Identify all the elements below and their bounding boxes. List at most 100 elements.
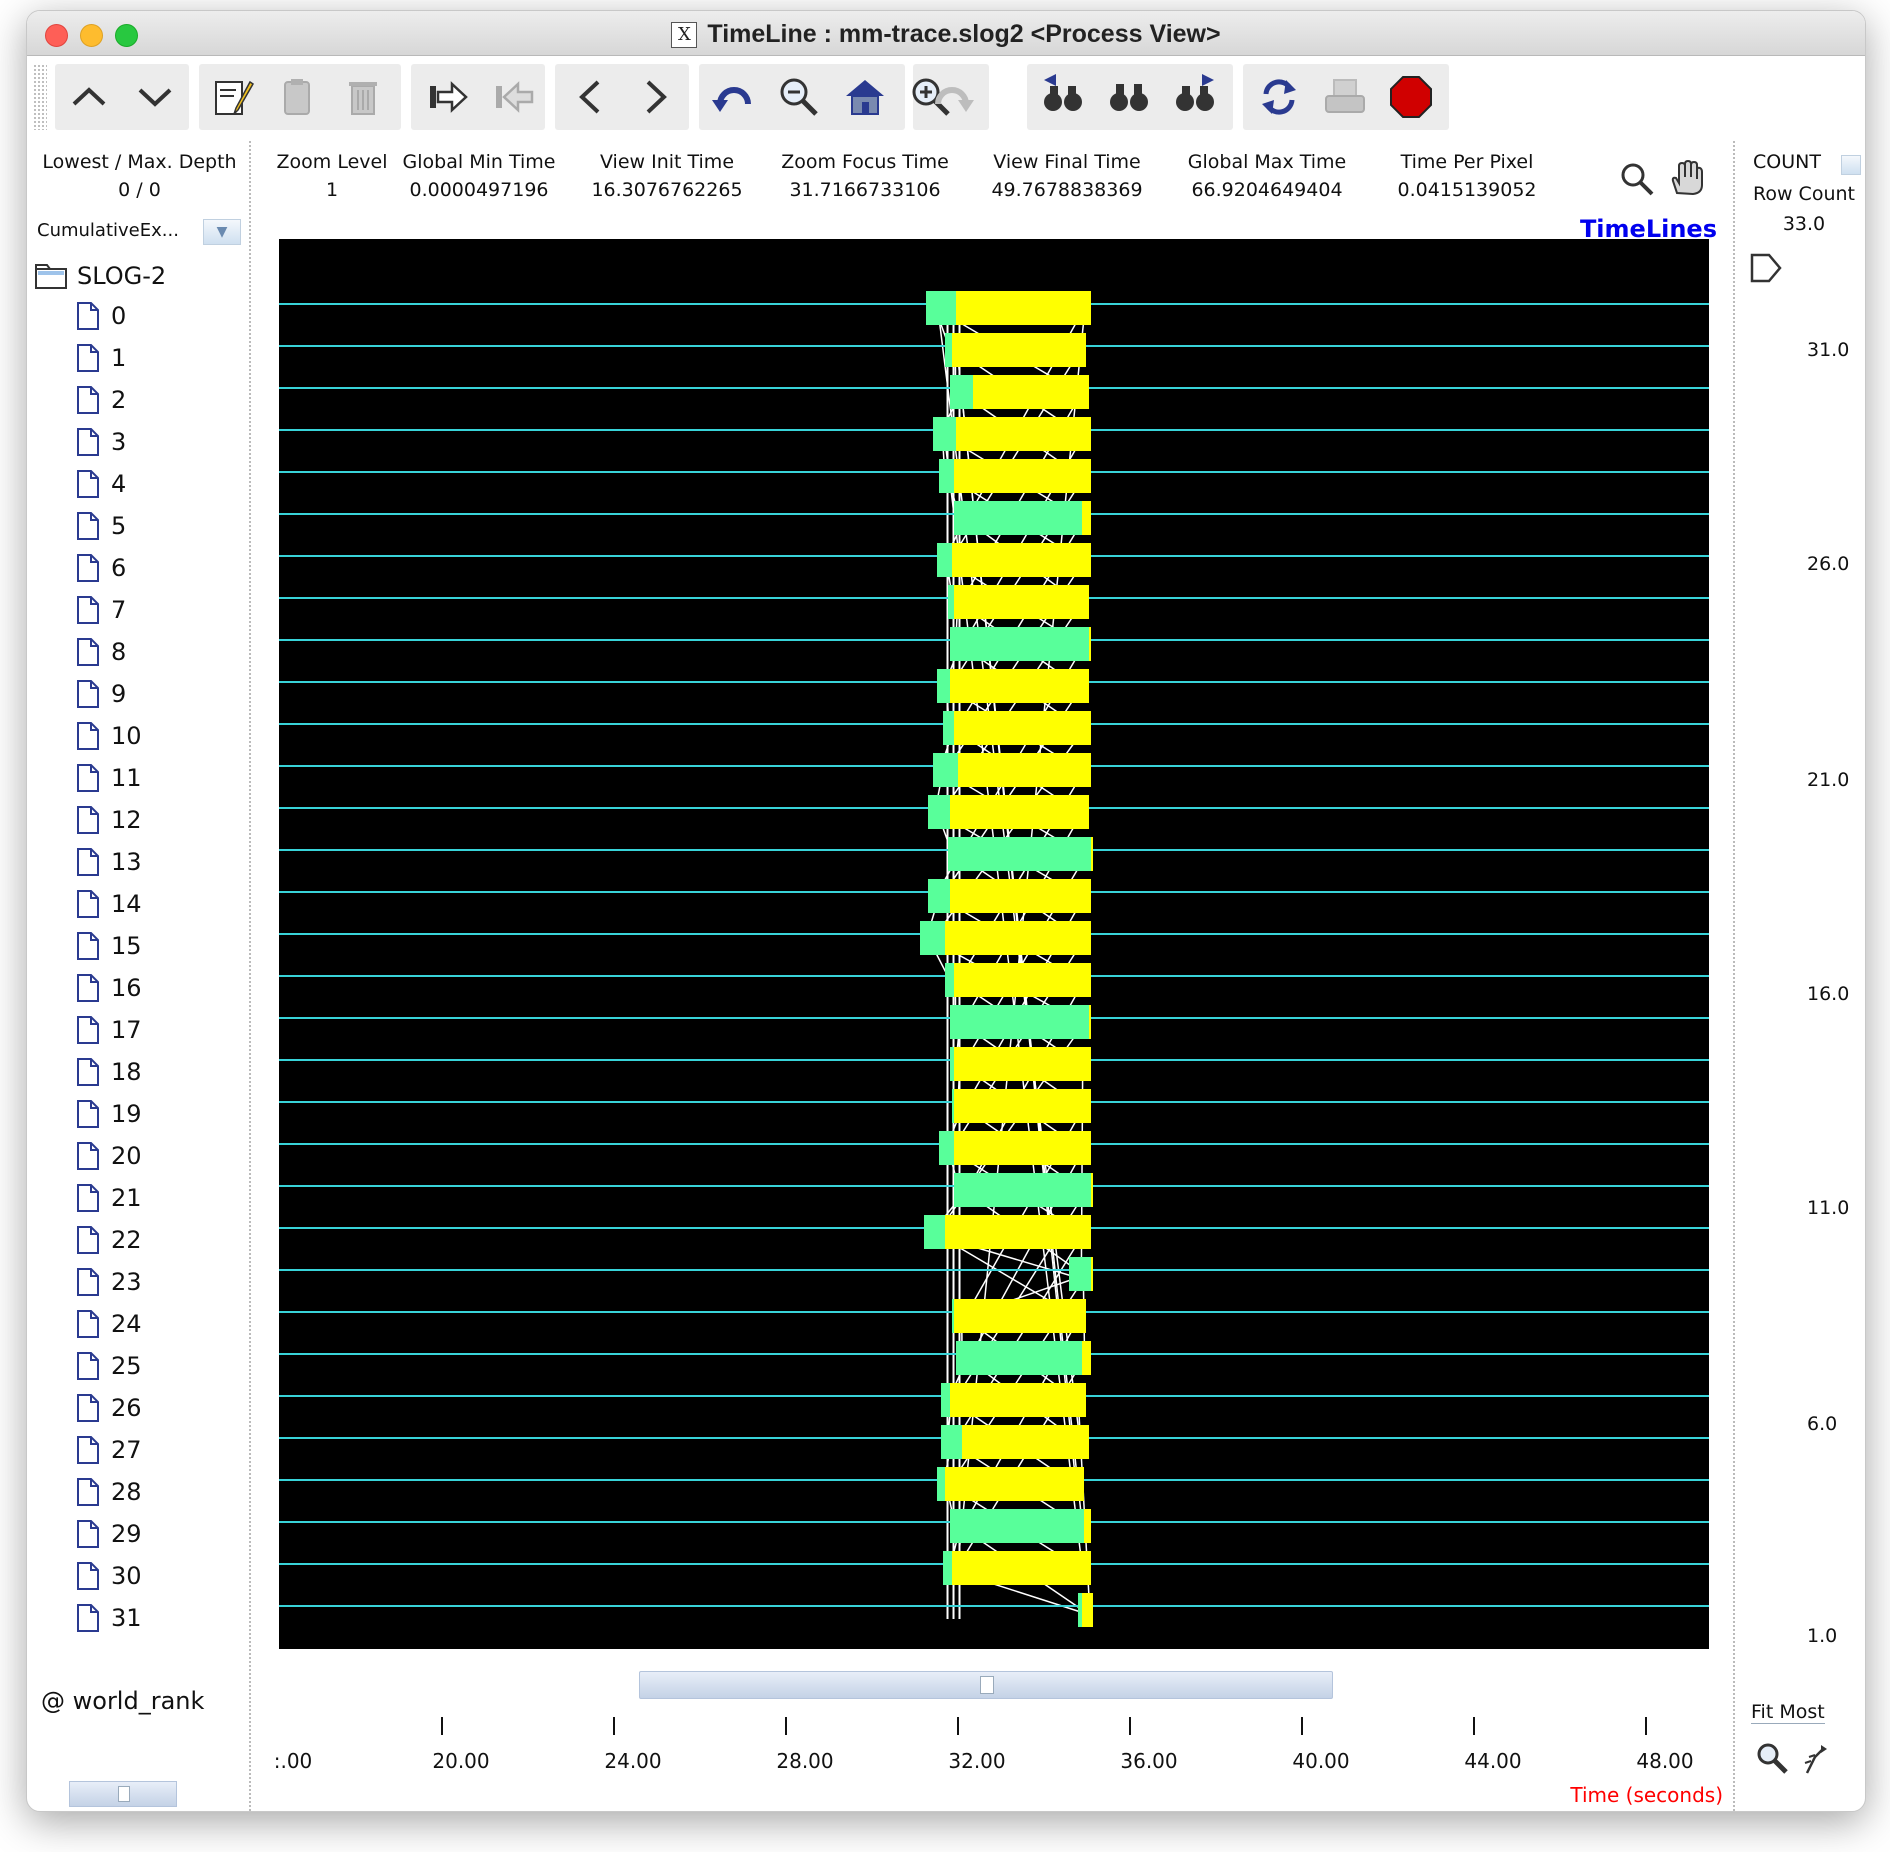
time-scroll-thumb[interactable] [980, 1676, 994, 1694]
state-bar-comm[interactable] [936, 1467, 946, 1501]
tree-item-rank[interactable]: 22 [77, 1223, 142, 1257]
state-bar-comm[interactable] [949, 375, 974, 409]
state-bar-compute[interactable] [1088, 627, 1091, 661]
tree-item-rank[interactable]: 27 [77, 1433, 142, 1467]
state-bar-compute[interactable] [973, 375, 1089, 409]
edit-button[interactable] [203, 64, 263, 130]
state-bar-compute[interactable] [1082, 1593, 1093, 1627]
state-bar-comm[interactable] [949, 1509, 1085, 1543]
refresh-button[interactable] [1249, 64, 1309, 130]
paste-button[interactable] [267, 64, 327, 130]
tree-item-rank[interactable]: 25 [77, 1349, 142, 1383]
row-zoom-button[interactable] [1755, 1741, 1789, 1779]
search-backward-button[interactable] [1033, 64, 1093, 130]
print-button[interactable] [1315, 64, 1375, 130]
state-bar-compute[interactable] [956, 291, 1091, 325]
tree-item-rank[interactable]: 6 [77, 551, 126, 585]
state-bar-comm[interactable] [949, 1005, 1089, 1039]
tree-item-rank[interactable]: 17 [77, 1013, 142, 1047]
tree-item-rank[interactable]: 19 [77, 1097, 142, 1131]
row-pointer-button[interactable] [1749, 251, 1783, 289]
search-init-button[interactable] [1099, 64, 1159, 130]
tree-item-rank[interactable]: 18 [77, 1055, 142, 1089]
scroll-down-button[interactable] [125, 64, 185, 130]
scroll-up-button[interactable] [59, 64, 119, 130]
state-bar-compute[interactable] [1082, 501, 1091, 535]
tree-item-rank[interactable]: 8 [77, 635, 126, 669]
tree-item-rank[interactable]: 16 [77, 971, 142, 1005]
state-bar-compute[interactable] [953, 1089, 1091, 1123]
state-bar-compute[interactable] [956, 417, 1091, 451]
state-bar-compute[interactable] [953, 1299, 1087, 1333]
tree-item-rank[interactable]: 29 [77, 1517, 142, 1551]
tree-item-rank[interactable]: 20 [77, 1139, 142, 1173]
search-tool-button[interactable] [1619, 161, 1655, 201]
tree-item-rank[interactable]: 24 [77, 1307, 142, 1341]
toolbar-grip[interactable] [33, 64, 47, 130]
state-bar-comm[interactable] [941, 1425, 963, 1459]
tree-item-rank[interactable]: 0 [77, 299, 126, 333]
state-bar-compute[interactable] [945, 1467, 1085, 1501]
state-bar-comm[interactable] [941, 1383, 950, 1417]
tree-root[interactable]: SLOG-2 [35, 259, 166, 293]
zoom-redo-button[interactable] [923, 64, 983, 130]
indent-button[interactable] [417, 64, 477, 130]
state-bar-compute[interactable] [953, 711, 1091, 745]
state-bar-compute[interactable] [1084, 1509, 1091, 1543]
hand-tool-button[interactable] [1667, 159, 1705, 201]
backward-button[interactable] [561, 64, 621, 130]
tree-item-rank[interactable]: 15 [77, 929, 142, 963]
state-bar-compute[interactable] [953, 1131, 1091, 1165]
state-bar-comm[interactable] [943, 1551, 952, 1585]
tree-item-rank[interactable]: 1 [77, 341, 126, 375]
chevron-down-icon[interactable]: ▼ [203, 219, 241, 245]
tree-item-rank[interactable]: 21 [77, 1181, 142, 1215]
state-bar-compute[interactable] [949, 795, 1089, 829]
left-scroll-thumb[interactable] [118, 1786, 130, 1802]
state-bar-compute[interactable] [953, 1047, 1091, 1081]
tree-item-rank[interactable]: 14 [77, 887, 142, 921]
state-bar-comm[interactable] [953, 1173, 1091, 1207]
state-bar-compute[interactable] [1090, 837, 1093, 871]
tree-item-rank[interactable]: 23 [77, 1265, 142, 1299]
left-horizontal-scrollbar[interactable] [69, 1781, 177, 1807]
state-bar-comm[interactable] [947, 585, 954, 619]
forward-button[interactable] [625, 64, 685, 130]
tree-item-rank[interactable]: 9 [77, 677, 126, 711]
state-bar-comm[interactable] [924, 1215, 946, 1249]
tree-item-rank[interactable]: 28 [77, 1475, 142, 1509]
tree-item-rank[interactable]: 26 [77, 1391, 142, 1425]
search-forward-button[interactable] [1165, 64, 1225, 130]
state-bar-compute[interactable] [1088, 1005, 1091, 1039]
tree-item-rank[interactable]: 11 [77, 761, 142, 795]
tree-item-rank[interactable]: 2 [77, 383, 126, 417]
state-bar-comm[interactable] [1077, 1593, 1083, 1627]
state-bar-comm[interactable] [938, 1131, 954, 1165]
zoom-undo-button[interactable] [703, 64, 763, 130]
state-bar-compute[interactable] [949, 879, 1091, 913]
state-bar-comm[interactable] [949, 1047, 954, 1081]
state-bar-compute[interactable] [953, 459, 1091, 493]
state-bar-compute[interactable] [1090, 1173, 1093, 1207]
tree-item-rank[interactable]: 12 [77, 803, 142, 837]
state-bar-comm[interactable] [945, 333, 952, 367]
state-bar-compute[interactable] [953, 963, 1091, 997]
state-bar-comm[interactable] [938, 459, 954, 493]
cumulative-select[interactable]: CumulativeEx... ▼ [37, 217, 241, 245]
state-bar-compute[interactable] [958, 753, 1091, 787]
tree-item-rank[interactable]: 30 [77, 1559, 142, 1593]
tree-item-rank[interactable]: 13 [77, 845, 142, 879]
state-bar-comm[interactable] [926, 291, 957, 325]
state-bar-comm[interactable] [943, 711, 954, 745]
state-bar-comm[interactable] [956, 1341, 1083, 1375]
state-bar-compute[interactable] [949, 1383, 1087, 1417]
state-bar-comm[interactable] [928, 795, 950, 829]
state-bar-compute[interactable] [951, 333, 1087, 367]
tree-item-rank[interactable]: 4 [77, 467, 126, 501]
fit-most-button[interactable]: Fit Most [1751, 1701, 1825, 1724]
outdent-button[interactable] [483, 64, 543, 130]
time-scrollbar[interactable] [639, 1671, 1333, 1699]
state-bar-compute[interactable] [951, 1551, 1091, 1585]
count-dropdown[interactable] [1841, 155, 1861, 175]
state-bar-comm[interactable] [928, 879, 950, 913]
